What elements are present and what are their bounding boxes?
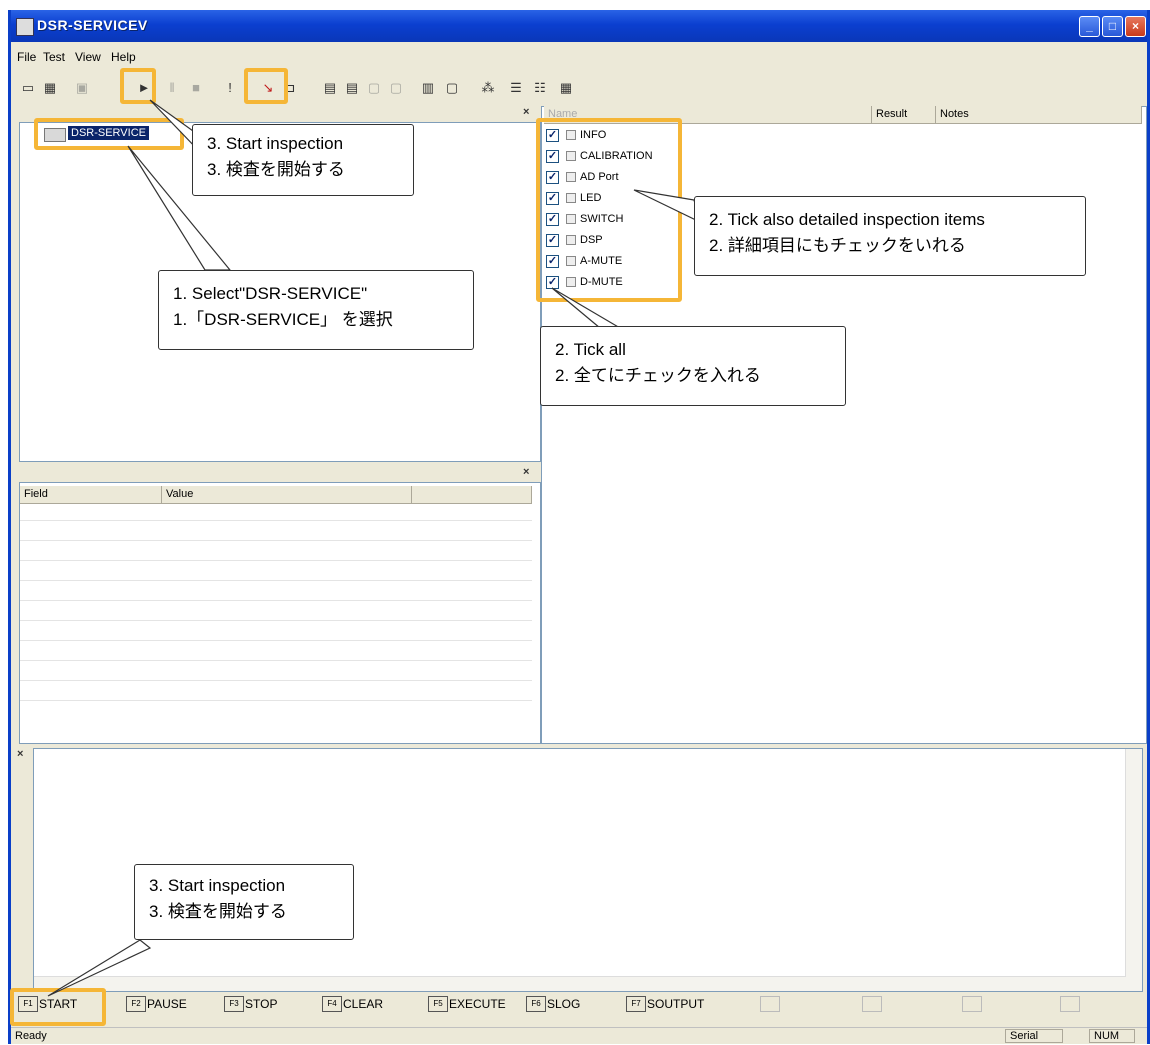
detail-pane <box>19 482 541 744</box>
status-num: NUM <box>1089 1029 1135 1043</box>
table-row <box>20 560 532 561</box>
callout-select-dsr-service: 1. Select"DSR-SERVICE" 1.「DSR-SERVICE」 を… <box>158 270 474 350</box>
menu-help[interactable]: Help <box>111 50 136 64</box>
app-icon <box>16 18 34 36</box>
column-header-extra[interactable] <box>412 486 532 504</box>
callout-text-ja: 2. 全てにチェックを入れる <box>555 366 761 385</box>
layout-icon-2[interactable]: ▢ <box>443 79 461 97</box>
execute-button[interactable]: F5 EXECUTE <box>428 996 506 1016</box>
table-row <box>20 620 532 621</box>
tree-pane-close-icon[interactable]: × <box>523 106 529 118</box>
status-bar: Ready Serial NUM <box>11 1027 1147 1045</box>
window-icon-3[interactable]: ▢ <box>365 79 383 97</box>
clear-button[interactable]: F4 CLEAR <box>322 996 383 1016</box>
highlight-run-button <box>120 68 156 104</box>
detail-pane-close-icon[interactable]: × <box>523 466 529 478</box>
disabled-key-icon <box>1060 996 1081 1016</box>
stop-button[interactable]: F3 STOP <box>224 996 277 1016</box>
callout-text-en: 1. Select"DSR-SERVICE" <box>173 284 368 303</box>
callout-text-en: 3. Start inspection <box>207 134 344 153</box>
f2-key-icon: F2 <box>126 996 146 1012</box>
soutput-button[interactable]: F7 SOUTPUT <box>626 996 704 1016</box>
table-row <box>20 660 532 661</box>
log-pane-close-icon[interactable]: × <box>17 748 23 760</box>
layout-icon-1[interactable]: ▥ <box>419 79 437 97</box>
callout-text-en: 3. Start inspection <box>149 876 286 895</box>
grid-icon[interactable]: ▦ <box>557 79 575 97</box>
table-row <box>20 600 532 601</box>
column-header-field[interactable]: Field <box>20 486 162 504</box>
disabled-key-icon <box>760 996 781 1016</box>
table-row <box>20 680 532 681</box>
menu-bar: File Test View Help <box>11 46 1147 66</box>
callout-text-ja: 2. 詳細項目にもチェックをいれる <box>709 236 966 255</box>
highlight-start-button <box>10 988 106 1026</box>
details-icon[interactable]: ☷ <box>531 79 549 97</box>
maximize-button[interactable]: □ <box>1102 16 1123 37</box>
table-row <box>20 640 532 641</box>
save-icon[interactable]: ▣ <box>73 79 91 97</box>
highlight-inspection-items <box>536 118 682 302</box>
tree-view-icon[interactable]: ▦ <box>41 79 59 97</box>
callout-tick-all: 2. Tick all 2. 全てにチェックを入れる <box>540 326 846 406</box>
window-icon-2[interactable]: ▤ <box>343 79 361 97</box>
table-row <box>20 700 532 701</box>
window-title: DSR-SERVICEV <box>37 17 148 33</box>
disabled-key-icon <box>962 996 983 1016</box>
pause-icon[interactable]: ‖ <box>163 79 181 97</box>
detail-pane-header <box>15 466 540 478</box>
toolbar: ▭ ▦ ▣ ► ‖ ■ ! ↘ ⊐ ▤ ▤ ▢ ▢ ▥ ▢ ⁂ ☰ ☷ ▦ <box>11 72 1147 106</box>
window-icon-1[interactable]: ▤ <box>321 79 339 97</box>
stop-icon[interactable]: ■ <box>187 79 205 97</box>
callout-start-inspection-bottom: 3. Start inspection 3. 検査を開始する <box>134 864 354 940</box>
highlight-tree-node <box>34 118 184 150</box>
slog-button[interactable]: F6 SLOG <box>526 996 580 1016</box>
menu-file[interactable]: File <box>17 50 36 64</box>
callout-text-en: 2. Tick all <box>555 340 626 359</box>
log-vertical-scrollbar[interactable] <box>1125 749 1142 991</box>
minimize-button[interactable]: _ <box>1079 16 1100 37</box>
title-bar[interactable]: DSR-SERVICEV _ □ × <box>11 10 1147 42</box>
pause-button[interactable]: F2 PAUSE <box>126 996 187 1016</box>
window-icon-4[interactable]: ▢ <box>387 79 405 97</box>
menu-test[interactable]: Test <box>43 50 65 64</box>
callout-start-inspection-top: 3. Start inspection 3. 検査を開始する <box>192 124 414 196</box>
close-button[interactable]: × <box>1125 16 1146 37</box>
menu-view[interactable]: View <box>75 50 101 64</box>
table-row <box>20 580 532 581</box>
list-icon[interactable]: ☰ <box>507 79 525 97</box>
status-text: Ready <box>15 1030 47 1042</box>
log-horizontal-scrollbar[interactable] <box>34 976 1126 991</box>
info-icon[interactable]: ! <box>221 79 239 97</box>
table-row <box>20 540 532 541</box>
f6-key-icon: F6 <box>526 996 546 1012</box>
f7-key-icon: F7 <box>626 996 646 1012</box>
f5-key-icon: F5 <box>428 996 448 1012</box>
column-header-result[interactable]: Result <box>872 106 936 124</box>
new-icon[interactable]: ▭ <box>19 79 37 97</box>
table-row <box>20 520 532 521</box>
callout-text-ja: 3. 検査を開始する <box>149 902 287 921</box>
callout-text-ja: 3. 検査を開始する <box>207 160 345 179</box>
f4-key-icon: F4 <box>322 996 342 1012</box>
highlight-check-button <box>244 68 288 104</box>
callout-text-ja: 1.「DSR-SERVICE」 を選択 <box>173 310 393 329</box>
callout-text-en: 2. Tick also detailed inspection items <box>709 210 985 229</box>
column-header-notes[interactable]: Notes <box>936 106 1142 124</box>
disabled-key-icon <box>862 996 883 1016</box>
f3-key-icon: F3 <box>224 996 244 1012</box>
column-header-value[interactable]: Value <box>162 486 412 504</box>
status-serial: Serial <box>1005 1029 1063 1043</box>
callout-tick-detailed-items: 2. Tick also detailed inspection items 2… <box>694 196 1086 276</box>
sort-icon[interactable]: ⁂ <box>479 79 497 97</box>
